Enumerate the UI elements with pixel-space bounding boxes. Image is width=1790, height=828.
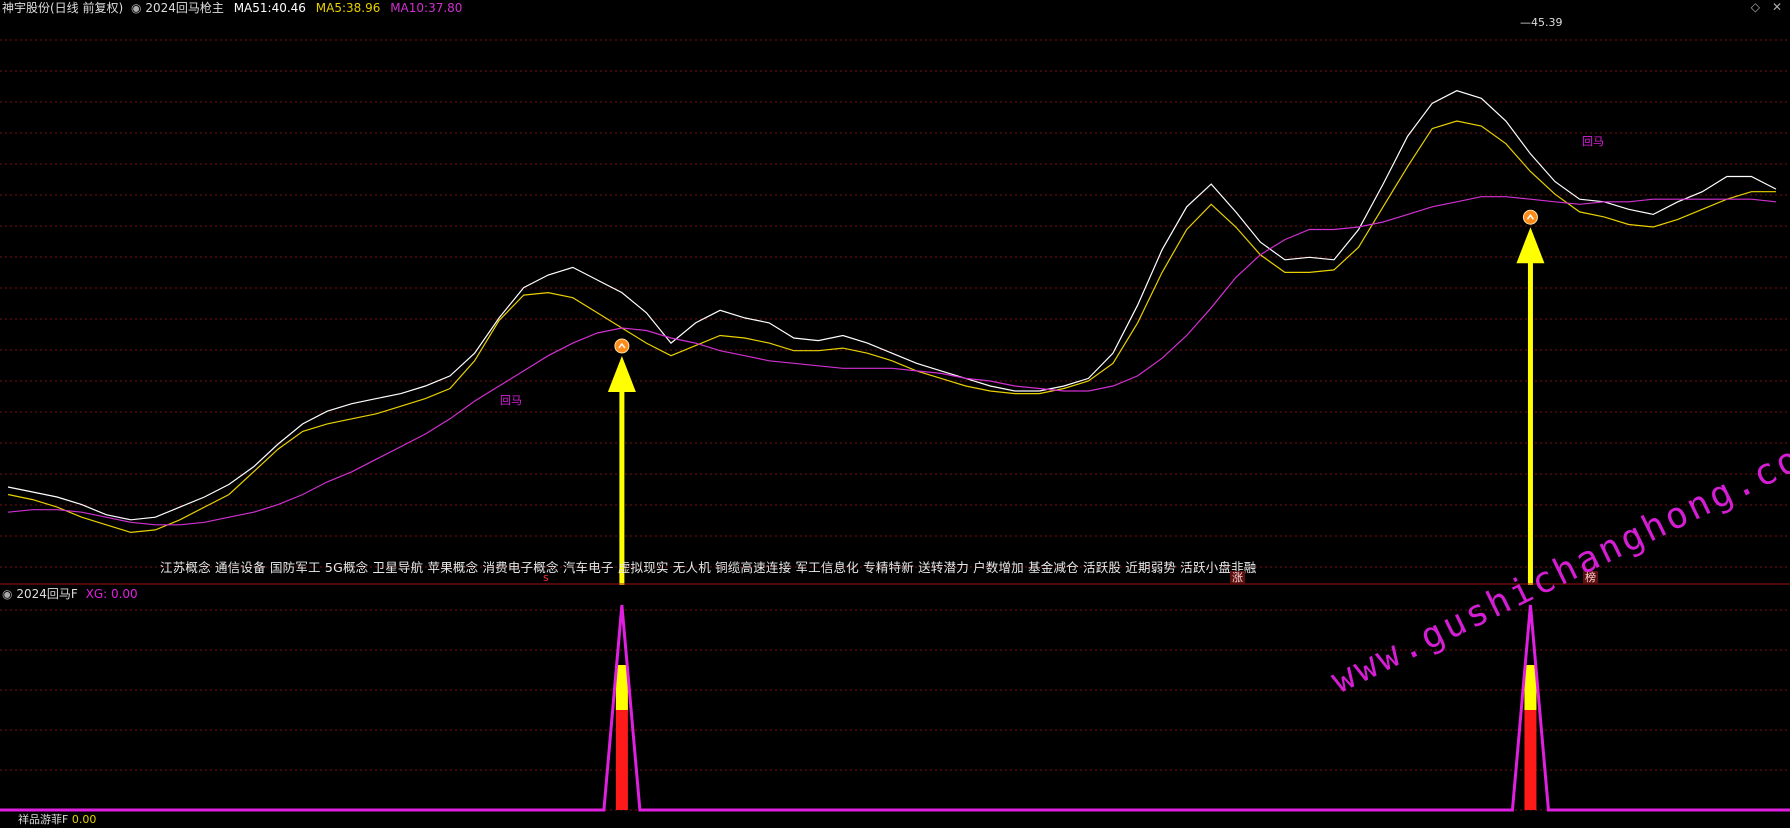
high-price-label: —45.39 <box>1520 16 1563 29</box>
signal-arrows <box>607 209 1545 585</box>
concept-tags: 江苏概念 通信设备 国防军工 5G概念 卫星导航 苹果概念 消费电子概念 汽车电… <box>160 560 1257 575</box>
ma51-line <box>7 90 1777 521</box>
huima-label-1: 回马 <box>500 394 522 407</box>
signal-bar-red <box>1524 705 1537 810</box>
ma5-label: MA5: <box>315 1 347 15</box>
ma10-value: 37.80 <box>428 1 463 15</box>
stock-title[interactable]: 神宇股份(日线 前复权) <box>2 1 123 15</box>
bottom-header: 祥品游菲F 0.00 <box>18 812 96 828</box>
huima-circle-icon <box>614 338 630 354</box>
ma51-label: MA51: <box>233 1 272 15</box>
huima-circle-icon <box>1522 209 1538 225</box>
price-grid <box>0 39 1790 568</box>
sub-header: ◉ 2024回马F XG: 0.00 <box>2 586 138 602</box>
close-icon[interactable]: ✕ <box>1772 0 1782 14</box>
xg-value: XG: 0.00 <box>85 587 138 601</box>
xg-signal-line <box>0 604 1790 812</box>
signal-spikes <box>0 604 1790 812</box>
indicator-name[interactable]: 2024回马枪主 <box>145 1 224 15</box>
huima-label-2: 回马 <box>1582 135 1604 148</box>
sub-indicator-name[interactable]: 2024回马F <box>16 587 77 601</box>
s-marker: s <box>543 571 549 584</box>
signal-arrow-head <box>607 355 636 392</box>
signal-bar-yellow <box>615 665 628 710</box>
main-chart <box>0 39 1790 585</box>
main-header: 神宇股份(日线 前复权) ◉ 2024回马枪主 MA51:40.46 MA5:3… <box>2 0 462 16</box>
signal-bar-yellow <box>1524 665 1537 710</box>
ma10-label: MA10: <box>390 1 429 15</box>
ma51-value: 40.46 <box>271 1 306 15</box>
zhang-badge: 涨 <box>1230 571 1245 584</box>
signal-bar-red <box>615 705 628 810</box>
ma5-line <box>7 120 1776 534</box>
signal-arrow-head <box>1516 227 1545 264</box>
ma-lines <box>7 90 1777 534</box>
ma5-value: 38.96 <box>346 1 381 15</box>
settings-circle-icon[interactable]: ◉ <box>131 1 141 15</box>
indicator-chart <box>0 604 1790 812</box>
settings-circle-icon[interactable]: ◉ <box>2 587 12 601</box>
diamond-icon[interactable]: ◇ <box>1751 0 1760 14</box>
